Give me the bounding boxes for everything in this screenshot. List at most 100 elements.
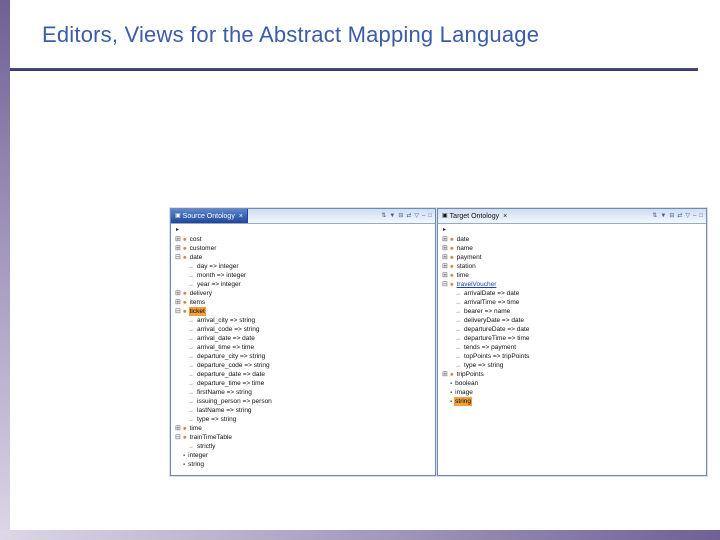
tree-row[interactable]: ⊞ ● date bbox=[438, 235, 706, 244]
root-arrow-icon[interactable]: ▸ bbox=[443, 226, 446, 235]
tree-row[interactable]: ▸ bbox=[438, 226, 706, 235]
tree-row[interactable]: → departure_date => date bbox=[171, 370, 435, 379]
tree-row[interactable]: → departure_city => string bbox=[171, 352, 435, 361]
tree-row[interactable]: → lastName => string bbox=[171, 406, 435, 415]
collapse-toggle-icon[interactable]: ⊟ bbox=[442, 281, 450, 289]
minimize-icon[interactable]: – bbox=[422, 213, 425, 219]
concept-icon: ● bbox=[183, 425, 187, 432]
tree-row[interactable]: ⊞ ● time bbox=[171, 424, 435, 433]
close-icon[interactable]: × bbox=[503, 213, 507, 220]
tree-row[interactable]: → arrivalDate => date bbox=[438, 289, 706, 298]
expand-toggle-icon[interactable]: ⊞ bbox=[442, 254, 450, 262]
tree-row[interactable]: → departure_time => time bbox=[171, 379, 435, 388]
collapse-toggle-icon[interactable]: ⊟ bbox=[175, 254, 183, 262]
tree-item-label: tends => payment bbox=[464, 344, 517, 351]
tree-row[interactable]: ⊞ ● tripPoints bbox=[438, 370, 706, 379]
expand-toggle-icon[interactable]: ⊞ bbox=[442, 371, 450, 379]
tree-row[interactable]: → tends => payment bbox=[438, 343, 706, 352]
tree-row[interactable]: ▪ string bbox=[438, 397, 706, 406]
tree-row[interactable]: ⊟ ● travelVoucher bbox=[438, 280, 706, 289]
tree-row[interactable]: → year => integer bbox=[171, 280, 435, 289]
collapse-all-icon[interactable]: ⊟ bbox=[398, 213, 403, 219]
tree-row[interactable]: → departure_code => string bbox=[171, 361, 435, 370]
tree-row[interactable]: → strictly bbox=[171, 442, 435, 451]
tree-row[interactable]: → day => integer bbox=[171, 262, 435, 271]
tab-target-ontology[interactable]: ▣ Target Ontology × bbox=[438, 209, 511, 223]
sort-icon[interactable]: ⇅ bbox=[652, 213, 657, 219]
tree-row[interactable]: ⊞ ● station bbox=[438, 262, 706, 271]
tree-row[interactable]: ⊞ ● cost bbox=[171, 235, 435, 244]
tree-row[interactable]: ⊟ ● ticket bbox=[171, 307, 435, 316]
tree-row[interactable]: ▪ boolean bbox=[438, 379, 706, 388]
datatype-icon: ▪ bbox=[450, 389, 453, 396]
tree-row[interactable]: → departureDate => date bbox=[438, 325, 706, 334]
minimize-icon[interactable]: – bbox=[693, 213, 696, 219]
property-icon: → bbox=[188, 362, 194, 369]
tree-row[interactable]: ⊞ ● customer bbox=[171, 244, 435, 253]
expand-toggle-icon[interactable]: ⊞ bbox=[175, 236, 183, 244]
link-with-editor-icon[interactable]: ⇄ bbox=[677, 213, 682, 219]
tree-row[interactable]: → month => integer bbox=[171, 271, 435, 280]
expand-toggle-icon[interactable]: ⊞ bbox=[442, 272, 450, 280]
tree-row[interactable]: ⊞ ● name bbox=[438, 244, 706, 253]
tree-row[interactable]: → bearer => name bbox=[438, 307, 706, 316]
tree-row[interactable]: → issuing_person => person bbox=[171, 397, 435, 406]
tree-row[interactable]: → topPoints => tripPoints bbox=[438, 352, 706, 361]
concept-icon: ● bbox=[183, 236, 187, 243]
tree-row[interactable]: → arrival_code => string bbox=[171, 325, 435, 334]
maximize-icon[interactable]: □ bbox=[699, 213, 703, 219]
sort-icon[interactable]: ⇅ bbox=[381, 213, 386, 219]
source-ontology-tree: ▸ ⊞ ● cost ⊞ ● customer ⊟ ● date → day => integer → m… bbox=[171, 224, 435, 475]
tree-row[interactable]: → deliveryDate => date bbox=[438, 316, 706, 325]
view-menu-icon[interactable]: ▽ bbox=[685, 213, 690, 219]
tree-row[interactable]: → departureTime => time bbox=[438, 334, 706, 343]
target-ontology-panel: ▣ Target Ontology × ⇅ ▼ ⊟ ⇄ ▽ – □ ▸ ⊞ ● date ⊞ ● nam… bbox=[437, 208, 707, 476]
tree-row[interactable]: ⊟ ● trainTimeTable bbox=[171, 433, 435, 442]
collapse-all-icon[interactable]: ⊟ bbox=[669, 213, 674, 219]
filter-icon[interactable]: ▼ bbox=[660, 213, 666, 219]
tree-row[interactable]: → type => string bbox=[171, 415, 435, 424]
tab-source-ontology[interactable]: ▣ Source Ontology × bbox=[171, 209, 248, 223]
tree-row[interactable]: ⊞ ● time bbox=[438, 271, 706, 280]
tree-row[interactable]: → arrival_time => time bbox=[171, 343, 435, 352]
tree-row[interactable]: ⊞ ● items bbox=[171, 298, 435, 307]
tree-row[interactable]: ▪ string bbox=[171, 460, 435, 469]
close-icon[interactable]: × bbox=[239, 213, 243, 220]
tree-item-label: boolean bbox=[455, 380, 479, 387]
tree-row[interactable]: → arrival_date => date bbox=[171, 334, 435, 343]
tree-row[interactable]: → firstName => string bbox=[171, 388, 435, 397]
collapse-toggle-icon[interactable]: ⊟ bbox=[175, 434, 183, 442]
datatype-icon: ▪ bbox=[183, 452, 186, 459]
tree-item-label: date bbox=[456, 236, 470, 243]
tree-row[interactable]: ⊞ ● delivery bbox=[171, 289, 435, 298]
collapse-toggle-icon[interactable]: ⊟ bbox=[175, 308, 183, 316]
expand-toggle-icon[interactable]: ⊞ bbox=[175, 299, 183, 307]
view-menu-icon[interactable]: ▽ bbox=[414, 213, 419, 219]
expand-toggle-icon[interactable]: ⊞ bbox=[442, 236, 450, 244]
tree-row[interactable]: ▪ integer bbox=[171, 451, 435, 460]
tree-row[interactable]: → arrivalTime => time bbox=[438, 298, 706, 307]
maximize-icon[interactable]: □ bbox=[428, 213, 432, 219]
filter-icon[interactable]: ▼ bbox=[389, 213, 395, 219]
tree-item-label: arrivalDate => date bbox=[464, 290, 520, 297]
root-arrow-icon[interactable]: ▸ bbox=[176, 226, 179, 235]
tree-item-label: year => integer bbox=[197, 281, 241, 288]
tree-row[interactable]: → arrival_city => string bbox=[171, 316, 435, 325]
expand-toggle-icon[interactable]: ⊞ bbox=[442, 245, 450, 253]
bottom-accent-strip bbox=[0, 530, 720, 540]
tree-row[interactable]: ▸ bbox=[171, 226, 435, 235]
tree-row[interactable]: ⊞ ● payment bbox=[438, 253, 706, 262]
link-with-editor-icon[interactable]: ⇄ bbox=[406, 213, 411, 219]
expand-toggle-icon[interactable]: ⊞ bbox=[175, 425, 183, 433]
tree-row[interactable]: ⊟ ● date bbox=[171, 253, 435, 262]
tree-row[interactable]: ▪ image bbox=[438, 388, 706, 397]
expand-toggle-icon[interactable]: ⊞ bbox=[175, 290, 183, 298]
tree-item-label: payment bbox=[456, 254, 482, 261]
tree-row[interactable]: → type => string bbox=[438, 361, 706, 370]
expand-toggle-icon[interactable]: ⊞ bbox=[442, 263, 450, 271]
expand-toggle-icon[interactable]: ⊞ bbox=[175, 245, 183, 253]
